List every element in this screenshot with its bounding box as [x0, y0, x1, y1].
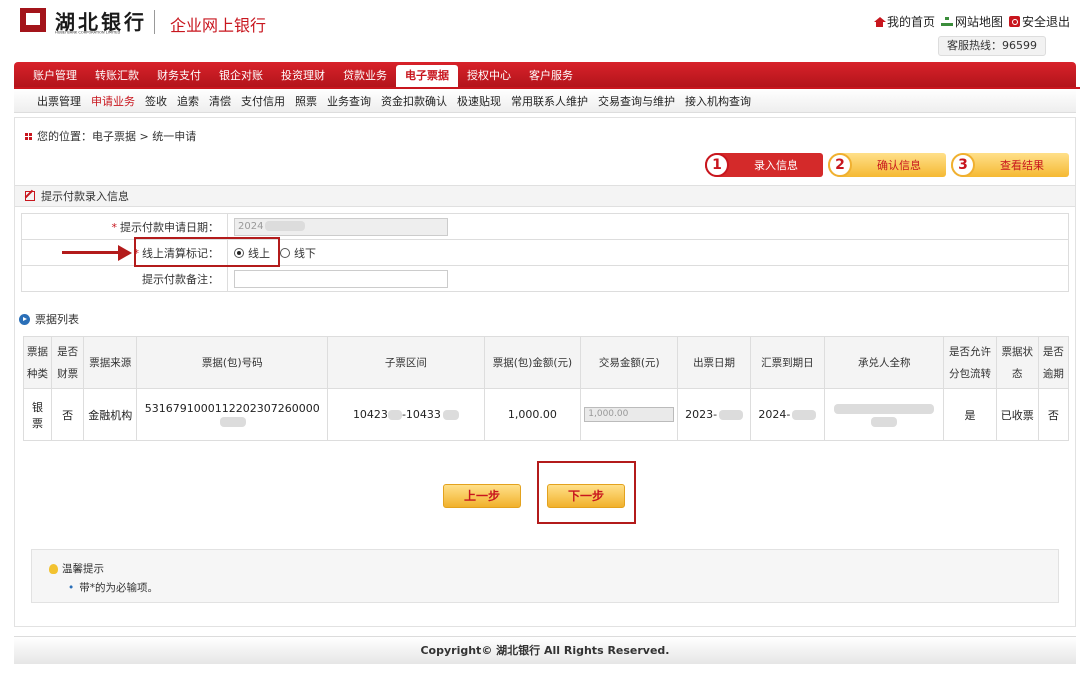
range-end: -10433	[401, 408, 441, 421]
breadcrumb: 您的位置：电子票据 > 统一申请	[25, 128, 196, 144]
top-links: 我的首页 网站地图 安全退出	[873, 13, 1070, 30]
home-link[interactable]: 我的首页	[873, 13, 935, 30]
date-input[interactable]: 2024	[234, 217, 448, 236]
step-3: 3 查看结果	[951, 153, 1069, 177]
bill-list-title: 票据列表	[19, 311, 79, 327]
online-option-label: 线上	[248, 246, 270, 260]
edit-icon	[25, 191, 35, 201]
bank-name-en: HUBEI BANK CORPORATION LIMITED	[55, 30, 121, 35]
grid-icon	[25, 132, 32, 140]
annotation-arrow-head	[118, 245, 132, 261]
subnav-trade-query[interactable]: 交易查询与维护	[593, 93, 680, 109]
trade-amount-input[interactable]: 1,000.00	[584, 407, 675, 422]
tips-panel: 温馨提示 • 带*的为必输项。	[31, 549, 1059, 603]
offline-option-label: 线下	[294, 246, 316, 260]
subnav-sign[interactable]: 签收	[140, 93, 172, 109]
subnav-contacts[interactable]: 常用联系人维护	[506, 93, 593, 109]
remark-label: 提示付款备注：	[21, 265, 228, 292]
online-radio[interactable]	[234, 247, 244, 258]
offline-radio[interactable]	[280, 247, 290, 258]
content-panel: 您的位置：电子票据 > 统一申请 1 录入信息 2 确认信息 3 查看结果 提示付款录…	[14, 117, 1076, 627]
arrow-circle-icon	[19, 313, 30, 325]
bill-number: 5316791000112202307260000	[144, 401, 320, 415]
subnav-recourse[interactable]: 追索	[172, 93, 204, 109]
step-2: 2 确认信息	[828, 153, 946, 177]
section-title: 提示付款录入信息	[15, 185, 1075, 207]
sitemap-icon	[941, 16, 953, 27]
nav-payment[interactable]: 财务支付	[148, 65, 210, 87]
sub-nav: 出票管理 申请业务 签收 追索 清偿 支付信用 照票 业务查询 资金扣款确认 极…	[14, 89, 1076, 113]
header: 湖北银行 HUBEI BANK CORPORATION LIMITED 企业网上…	[0, 0, 1080, 62]
nav-e-bill[interactable]: 电子票据	[396, 65, 458, 87]
tips-text: 带*的为必输项。	[79, 582, 158, 594]
nav-loan[interactable]: 贷款业务	[334, 65, 396, 87]
sitemap-link[interactable]: 网站地图	[941, 13, 1003, 30]
payment-form: * 提示付款申请日期： 2024 * 线上清算标记： 线上 线下 提示付款备注：	[21, 213, 1069, 292]
logout-link[interactable]: 安全退出	[1008, 13, 1070, 30]
nav-service[interactable]: 客户服务	[520, 65, 582, 87]
home-icon	[873, 16, 886, 27]
nav-invest[interactable]: 投资理财	[272, 65, 334, 87]
subnav-issue[interactable]: 出票管理	[32, 93, 86, 109]
next-button[interactable]: 下一步	[547, 484, 625, 508]
nav-reconcile[interactable]: 银企对账	[210, 65, 272, 87]
remark-input[interactable]	[234, 269, 448, 288]
bill-table-header: 票据种类 是否财票 票据来源 票据(包)号码 子票区间 票据(包)金额(元) 交…	[22, 336, 1070, 389]
site-subtitle: 企业网上银行	[170, 16, 267, 35]
nav-auth[interactable]: 授权中心	[458, 65, 520, 87]
subnav-apply[interactable]: 申请业务	[86, 93, 140, 109]
subnav-deduct[interactable]: 资金扣款确认	[376, 93, 452, 109]
table-row[interactable]: 银票 否 金融机构 5316791000112202307260000 1042…	[22, 388, 1070, 441]
logo-divider	[154, 10, 155, 34]
hotline: 客服热线：96599	[938, 36, 1046, 56]
prev-button[interactable]: 上一步	[443, 484, 521, 508]
nav-transfer[interactable]: 转账汇款	[86, 65, 148, 87]
subnav-query[interactable]: 业务查询	[322, 93, 376, 109]
subnav-discount[interactable]: 极速贴现	[452, 93, 506, 109]
nav-account[interactable]: 账户管理	[24, 65, 86, 87]
subnav-credit[interactable]: 支付信用	[236, 93, 290, 109]
step-1: 1 录入信息	[705, 153, 823, 177]
lightbulb-icon	[49, 563, 58, 574]
subnav-settle[interactable]: 清偿	[204, 93, 236, 109]
range-start: 10423	[352, 408, 388, 421]
step-indicator: 1 录入信息 2 确认信息 3 查看结果	[705, 153, 1069, 177]
footer: Copyright© 湖北银行 All Rights Reserved.	[14, 636, 1076, 664]
subnav-photo[interactable]: 照票	[290, 93, 322, 109]
power-icon	[1008, 16, 1020, 27]
main-nav: 账户管理 转账汇款 财务支付 银企对账 投资理财 贷款业务 电子票据 授权中心 …	[14, 62, 1076, 87]
subnav-institution[interactable]: 接入机构查询	[680, 93, 756, 109]
bill-table: 票据种类 是否财票 票据来源 票据(包)号码 子票区间 票据(包)金额(元) 交…	[22, 336, 1070, 441]
date-label: * 提示付款申请日期：	[21, 213, 228, 240]
tips-title: 温馨提示	[62, 563, 104, 575]
annotation-arrow	[62, 251, 126, 254]
bank-logo-icon	[20, 8, 46, 32]
